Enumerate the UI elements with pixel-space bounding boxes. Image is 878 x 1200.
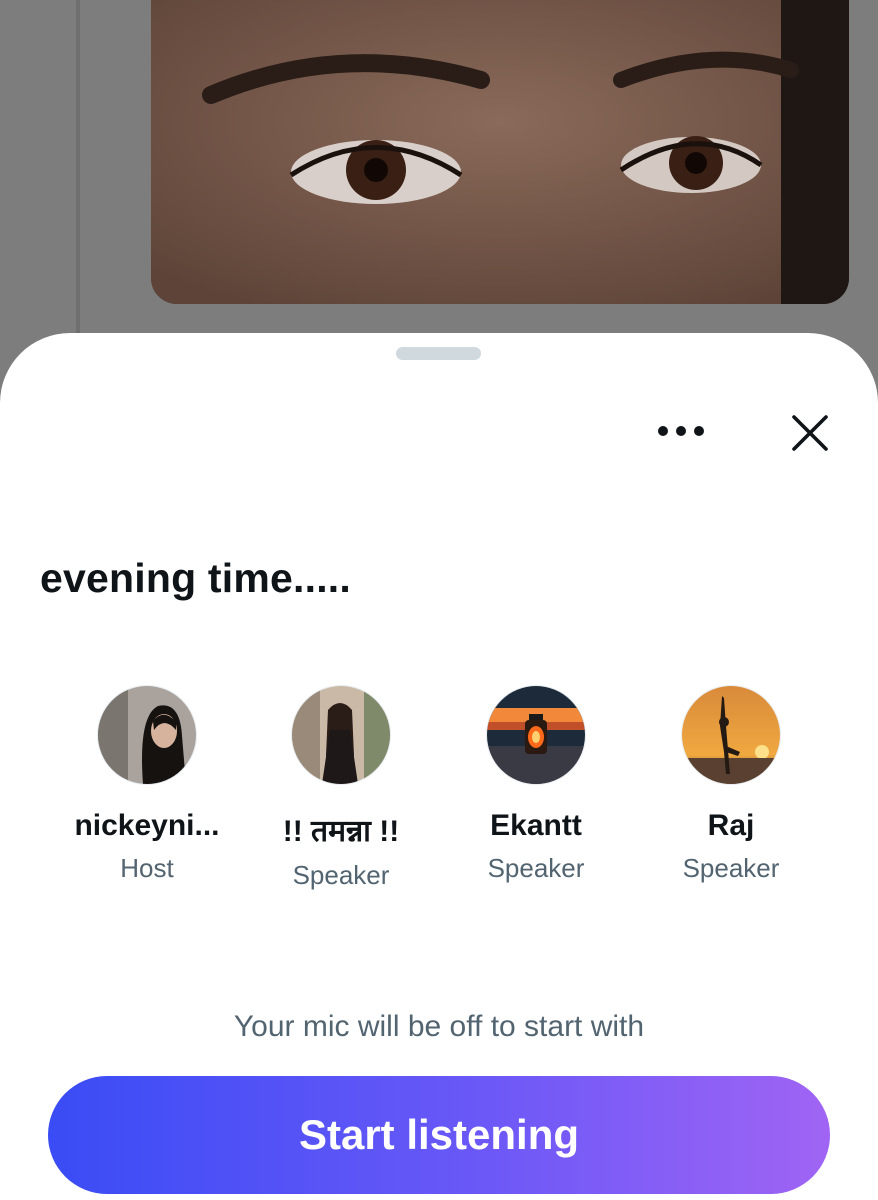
participant-role: Host <box>120 853 174 883</box>
mic-off-notice: Your mic will be off to start with <box>233 1010 645 1043</box>
participant-role: Speaker <box>487 853 585 883</box>
speaker-avatar <box>291 685 391 785</box>
space-title: evening time..... <box>40 555 351 601</box>
yoga-sunset-avatar <box>681 685 781 785</box>
more-dot <box>676 426 686 436</box>
participant-name: nickeyni... <box>74 809 220 842</box>
participant-name: !! तमन्ना !! <box>282 815 400 848</box>
more-options-button[interactable] <box>641 405 721 457</box>
more-horizontal-icon <box>658 426 668 436</box>
close-icon <box>792 415 828 451</box>
participant-role: Speaker <box>292 860 390 890</box>
participant-role: Speaker <box>682 853 780 883</box>
participant-speaker-1[interactable]: !! तमन्ना !! Speaker <box>246 685 436 891</box>
host-avatar <box>97 685 197 785</box>
background-post-image <box>151 0 849 304</box>
participants-list: nickeyni... Host !! तमन्ना !! Speaker Ek… <box>0 685 878 890</box>
participant-name: Raj <box>707 809 755 842</box>
participant-speaker-2[interactable]: Ekantt Speaker <box>441 685 631 884</box>
close-button[interactable] <box>780 405 840 461</box>
participant-host[interactable]: nickeyni... Host <box>52 685 242 884</box>
participant-speaker-3[interactable]: Raj Speaker <box>636 685 826 884</box>
participant-name: Ekantt <box>490 809 582 842</box>
space-bottom-sheet: evening time..... nickeyni... Host !! तम… <box>0 333 878 1200</box>
sheet-drag-handle[interactable] <box>396 347 481 360</box>
background-thread-line <box>76 0 80 360</box>
more-dot <box>694 426 704 436</box>
start-listening-button[interactable]: Start listening <box>48 1076 830 1194</box>
lantern-avatar <box>486 685 586 785</box>
